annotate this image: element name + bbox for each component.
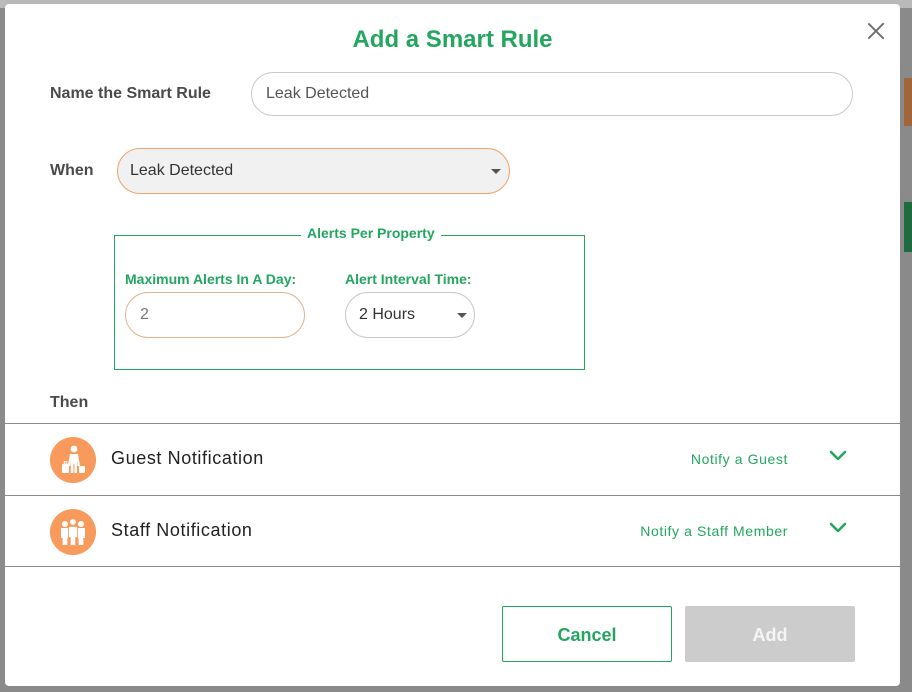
row-divider	[5, 566, 900, 567]
when-trigger-select[interactable]: Leak Detected	[117, 148, 510, 194]
rule-name-input[interactable]	[251, 72, 853, 116]
chevron-down-icon[interactable]	[828, 449, 848, 463]
background-accent-orange	[904, 78, 912, 126]
max-alerts-input[interactable]	[125, 292, 305, 338]
chevron-down-icon[interactable]	[828, 521, 848, 535]
guest-notification-title: Guest Notification	[111, 448, 264, 468]
background-accent-green	[904, 202, 912, 252]
name-rule-label: Name the Smart Rule	[50, 85, 211, 102]
caret-down-icon	[457, 313, 467, 318]
guest-icon	[50, 437, 96, 483]
max-alerts-label: Maximum Alerts In A Day:	[125, 271, 297, 287]
caret-down-icon	[491, 169, 501, 174]
add-button[interactable]: Add	[685, 606, 855, 662]
staff-notification-title: Staff Notification	[111, 520, 253, 540]
add-smart-rule-modal: Add a Smart Rule Name the Smart Rule Whe…	[5, 4, 900, 686]
alert-interval-select[interactable]: 2 Hours	[345, 292, 475, 338]
interval-selected-value: 2 Hours	[359, 306, 416, 323]
notify-staff-link[interactable]: Notify a Staff Member	[640, 523, 788, 539]
close-icon[interactable]	[863, 18, 889, 44]
alert-interval-label: Alert Interval Time:	[345, 271, 472, 287]
guest-notification-row[interactable]: Guest Notification Notify a Guest	[5, 423, 900, 494]
notify-guest-link[interactable]: Notify a Guest	[691, 451, 788, 467]
then-label: Then	[50, 394, 89, 411]
modal-title: Add a Smart Rule	[352, 26, 553, 53]
cancel-button[interactable]: Cancel	[502, 606, 672, 662]
staff-notification-row[interactable]: Staff Notification Notify a Staff Member	[5, 495, 900, 566]
alerts-legend: Alerts Per Property	[301, 225, 441, 241]
alerts-per-property-group: Alerts Per Property Maximum Alerts In A …	[114, 225, 585, 370]
staff-icon	[50, 509, 96, 555]
when-label: When	[50, 162, 94, 179]
when-selected-value: Leak Detected	[130, 162, 234, 179]
